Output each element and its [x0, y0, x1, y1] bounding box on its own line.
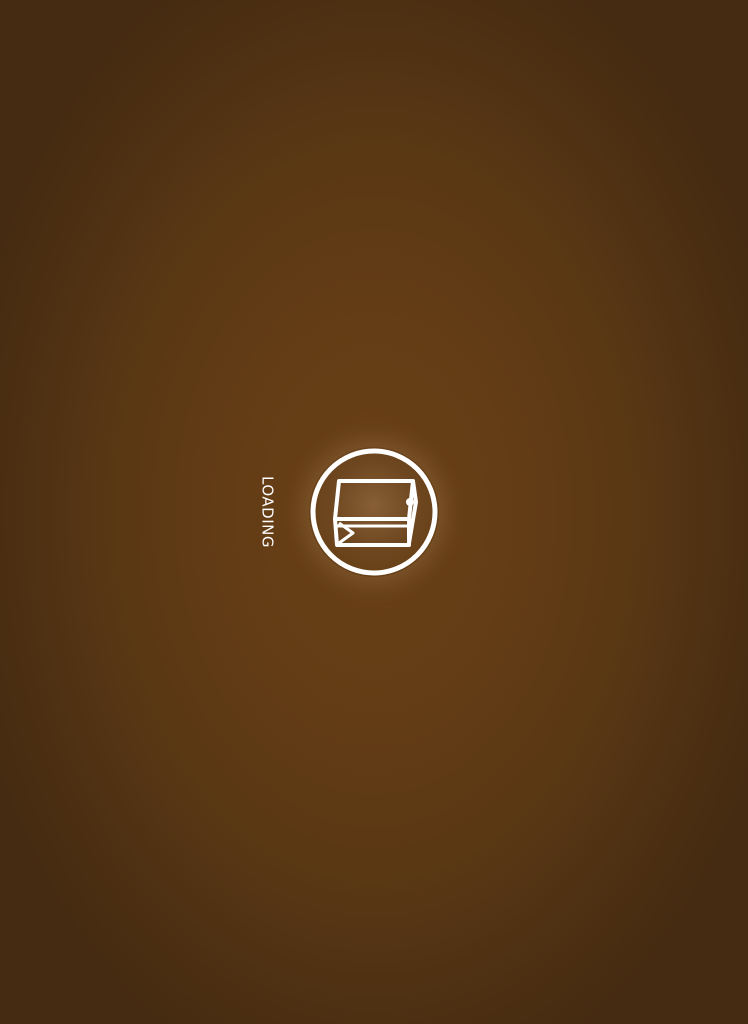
loading-label: LOADING: [258, 476, 277, 548]
loading-screen: LOADING: [0, 0, 748, 1024]
book-in-circle-icon: [310, 448, 438, 576]
